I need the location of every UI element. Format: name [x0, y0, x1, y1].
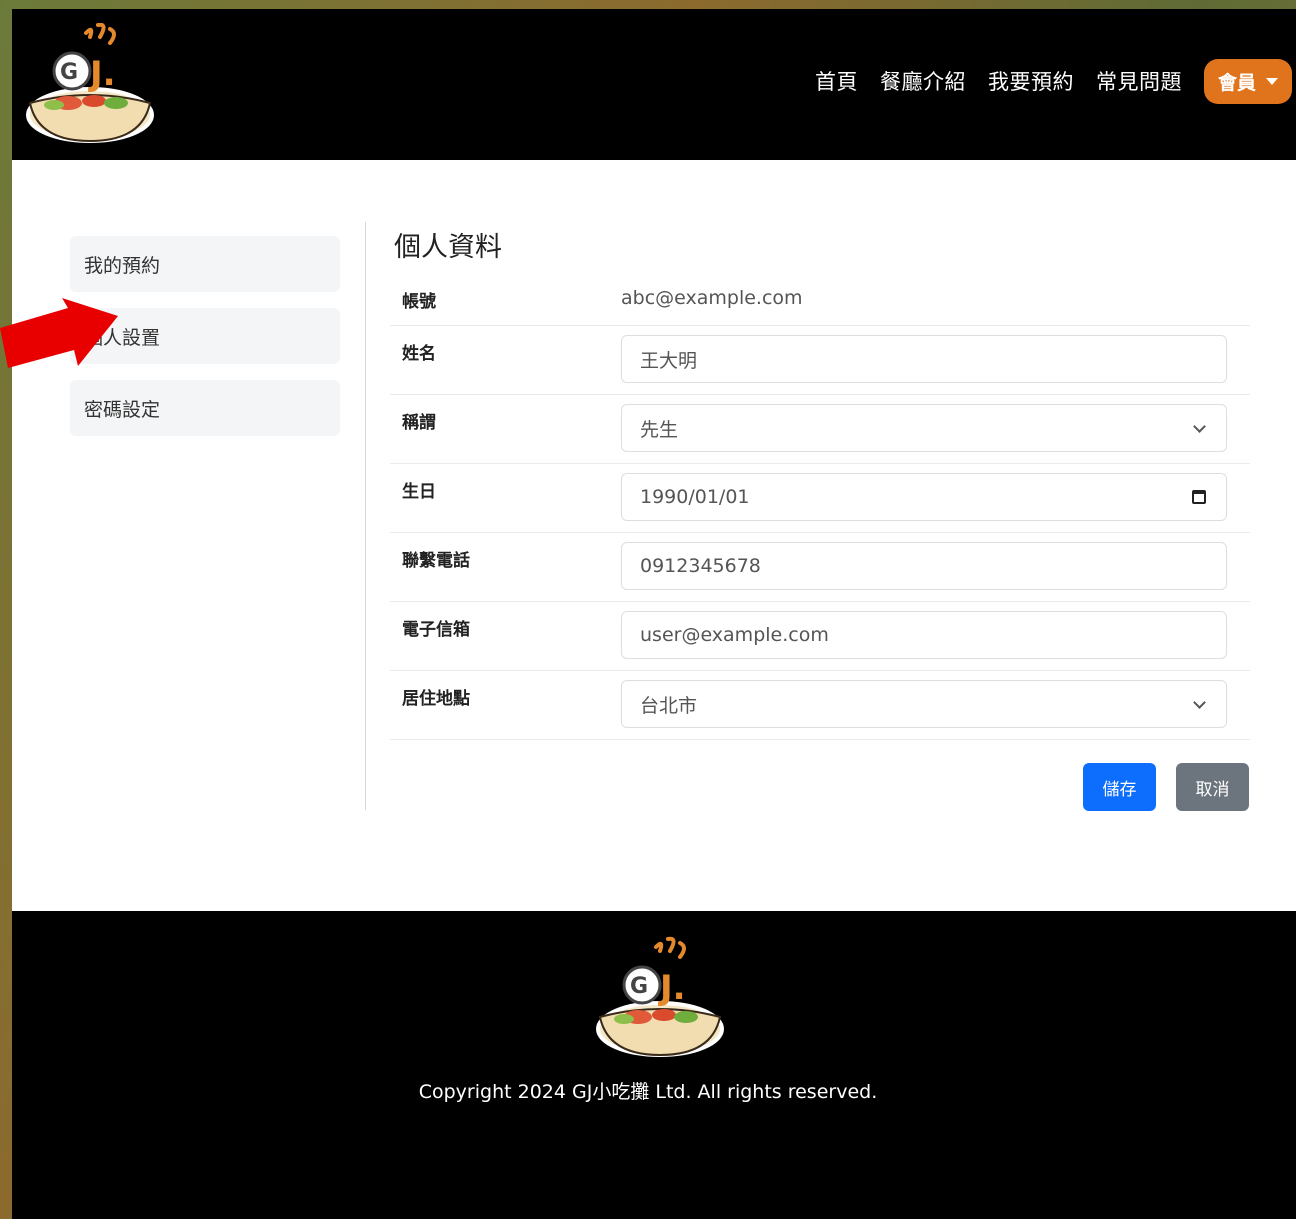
calendar-icon[interactable]	[1192, 490, 1206, 504]
svg-text:J.: J.	[658, 968, 686, 1008]
phone-input[interactable]: 0912345678	[621, 542, 1227, 590]
page-title: 個人資料	[394, 232, 502, 263]
sidebar-item-my-reservations[interactable]: 我的預約	[70, 236, 340, 292]
cancel-button[interactable]: 取消	[1176, 763, 1249, 811]
title-select[interactable]: 先生	[621, 404, 1227, 452]
profile-form: 個人資料 帳號 abc@example.com 姓名 王大明 稱謂 先生 生日 …	[390, 217, 1250, 740]
birthday-value: 1990/01/01	[640, 486, 750, 508]
nav-home[interactable]: 首頁	[815, 66, 858, 96]
email-label: 電子信箱	[402, 620, 470, 640]
member-label: 會員	[1217, 71, 1256, 94]
name-label: 姓名	[402, 344, 436, 364]
birthday-date-input[interactable]: 1990/01/01	[621, 473, 1227, 521]
nav-faq[interactable]: 常見問題	[1096, 66, 1182, 96]
nav-reservation[interactable]: 我要預約	[988, 66, 1074, 96]
chevron-down-icon	[1193, 420, 1206, 433]
svg-text:G: G	[60, 60, 78, 85]
chevron-down-icon	[1193, 696, 1206, 709]
title-label: 稱謂	[402, 413, 436, 433]
svg-text:J.: J.	[88, 54, 116, 94]
city-row: 居住地點 台北市	[390, 671, 1250, 740]
email-row: 電子信箱 user@example.com	[390, 602, 1250, 671]
copyright-text: Copyright 2024 GJ小吃攤 Ltd. All rights res…	[418, 1081, 878, 1103]
account-row: 帳號 abc@example.com	[390, 275, 1250, 326]
title-row: 稱謂 先生	[390, 395, 1250, 464]
site-header: G J. 首頁 餐廳介紹 我要預約 常見問題 會員	[12, 9, 1296, 160]
email-input[interactable]: user@example.com	[621, 611, 1227, 659]
page-frame: G J. 首頁 餐廳介紹 我要預約 常見問題 會員 我的預約 個人設置 密碼設定…	[12, 9, 1296, 1219]
city-label: 居住地點	[402, 689, 470, 709]
site-footer: G J.	[12, 911, 1296, 1219]
name-row: 姓名 王大明	[390, 326, 1250, 395]
footer-logo: G J.	[596, 936, 724, 1057]
vertical-divider	[365, 222, 366, 810]
account-label: 帳號	[402, 292, 436, 312]
save-button[interactable]: 儲存	[1083, 763, 1156, 811]
form-actions: 儲存 取消	[1083, 763, 1249, 811]
birthday-label: 生日	[402, 482, 436, 502]
name-input[interactable]: 王大明	[621, 335, 1227, 383]
city-select-value: 台北市	[640, 694, 698, 717]
site-logo[interactable]: G J.	[24, 23, 156, 145]
annotation-arrow-icon	[0, 298, 118, 368]
svg-text:G: G	[630, 974, 648, 999]
birthday-row: 生日 1990/01/01	[390, 464, 1250, 533]
phone-row: 聯繫電話 0912345678	[390, 533, 1250, 602]
caret-down-icon	[1266, 77, 1278, 85]
nav-restaurants[interactable]: 餐廳介紹	[880, 66, 966, 96]
phone-label: 聯繫電話	[402, 551, 470, 571]
main-nav: 首頁 餐廳介紹 我要預約 常見問題 會員	[815, 55, 1296, 107]
account-value: abc@example.com	[621, 287, 803, 309]
sidebar-item-password-settings[interactable]: 密碼設定	[70, 380, 340, 436]
city-select[interactable]: 台北市	[621, 680, 1227, 728]
title-select-value: 先生	[640, 418, 679, 441]
member-dropdown-button[interactable]: 會員	[1203, 58, 1292, 104]
